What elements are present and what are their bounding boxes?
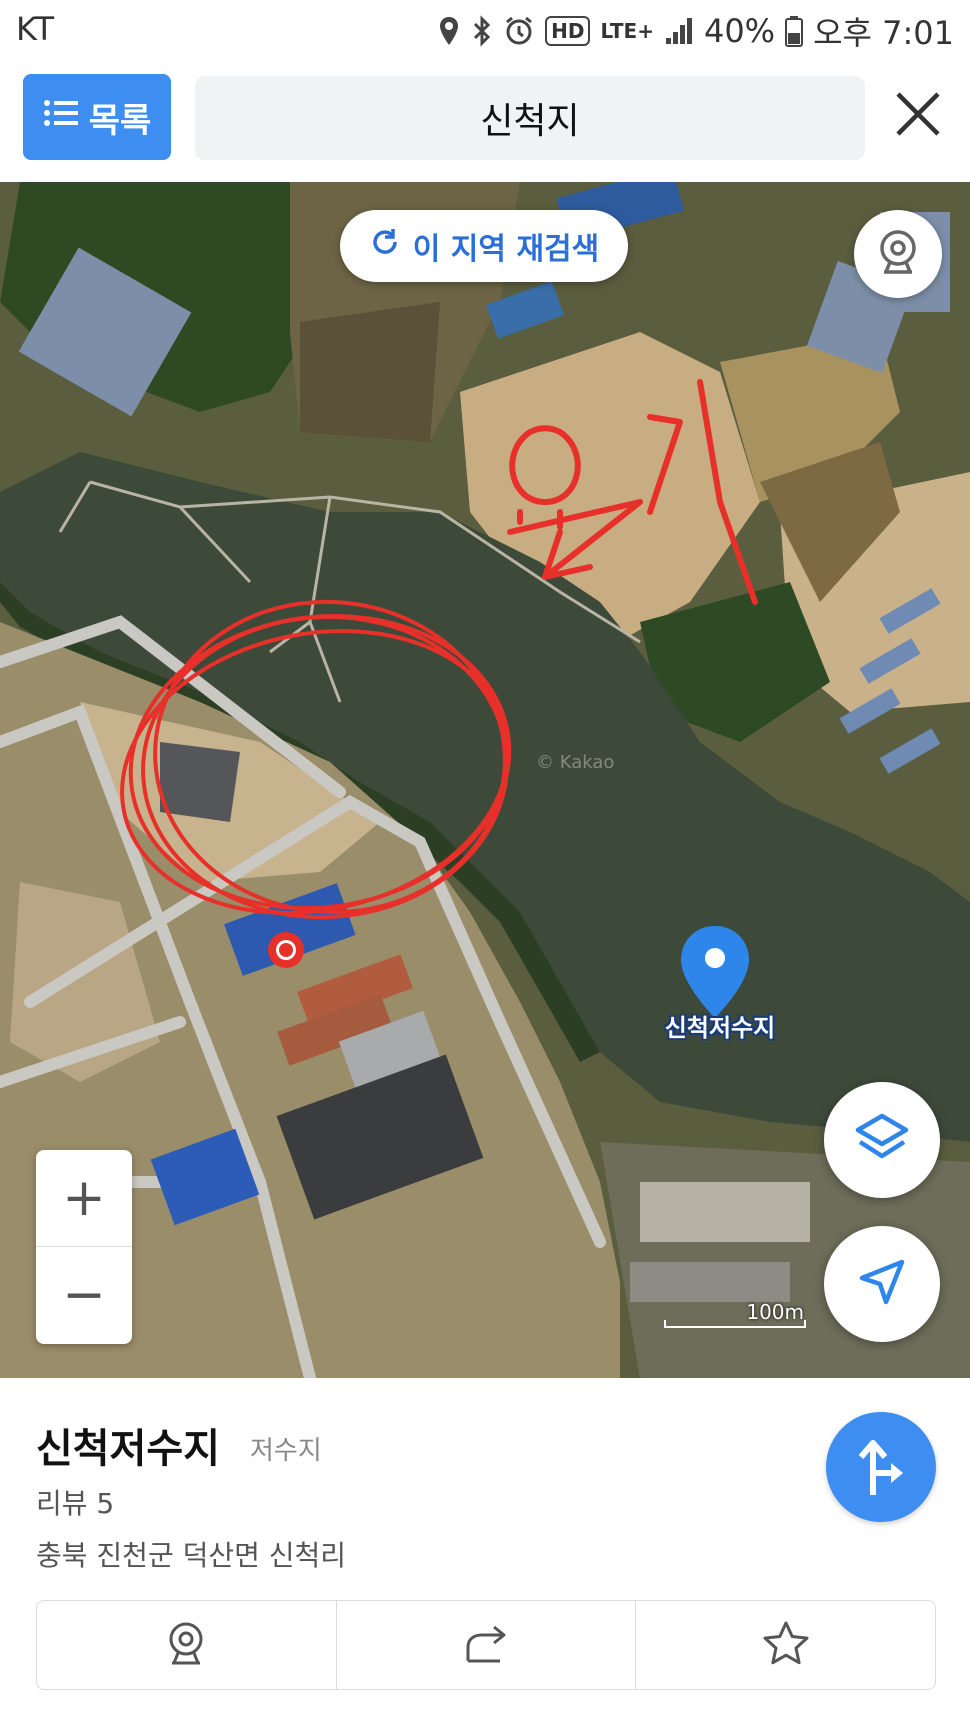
roadview-icon	[164, 1619, 208, 1671]
roadview-icon	[874, 226, 922, 282]
hd-voice-icon: HD	[545, 16, 591, 46]
zoom-in-button[interactable]: +	[36, 1150, 132, 1247]
scale-line	[664, 1320, 806, 1328]
zoom-control: + −	[36, 1150, 132, 1344]
current-location-marker	[266, 930, 306, 970]
map-watermark: © Kakao	[536, 752, 615, 773]
battery-percent: 40%	[703, 12, 776, 50]
list-button-label: 목록	[88, 100, 152, 141]
zoom-out-button[interactable]: −	[36, 1247, 132, 1343]
clock: 오후 7:01	[813, 14, 954, 52]
search-input[interactable]: 신척지	[195, 76, 865, 160]
directions-button[interactable]	[826, 1412, 936, 1522]
layers-icon	[854, 1112, 910, 1168]
carrier-label: KT	[16, 10, 55, 48]
satellite-map	[0, 182, 970, 1378]
favorite-button[interactable]	[635, 1601, 935, 1689]
research-area-button[interactable]: 이 지역 재검색	[340, 210, 628, 282]
refresh-icon	[369, 226, 401, 266]
layers-button[interactable]	[824, 1082, 940, 1198]
my-location-button[interactable]	[824, 1226, 940, 1342]
battery-icon	[785, 11, 804, 51]
roadview-button[interactable]	[854, 210, 942, 298]
location-icon	[437, 11, 461, 51]
map-view[interactable]: © Kakao 신척저수지 이 지역 재검색 + − 100m	[0, 182, 970, 1378]
research-area-label: 이 지역 재검색	[412, 232, 600, 267]
signal-icon	[664, 11, 694, 51]
close-icon[interactable]	[892, 88, 944, 140]
share-icon	[462, 1621, 510, 1669]
route-icon	[853, 1433, 909, 1501]
status-icons: HD LTE+ 40% 오후 7:01	[437, 8, 954, 54]
network-type: LTE+	[600, 19, 654, 43]
status-bar: KT HD LTE+ 40% 오후 7:01	[0, 0, 970, 58]
navigate-icon	[856, 1256, 908, 1312]
search-header: 목록 신척지	[0, 58, 970, 182]
place-info-panel[interactable]: 신척저수지 저수지 리뷰 5 충북 진천군 덕산면 신척리	[0, 1378, 970, 1724]
share-button[interactable]	[335, 1601, 636, 1689]
roadview-action-button[interactable]	[37, 1601, 336, 1689]
star-icon	[762, 1620, 810, 1670]
map-scale: 100m	[664, 1300, 806, 1330]
place-name[interactable]: 신척저수지	[36, 1416, 220, 1474]
place-category: 저수지	[250, 1436, 322, 1466]
poi-label[interactable]: 신척저수지	[640, 1008, 800, 1043]
place-actions	[36, 1600, 936, 1690]
list-button[interactable]: 목록	[23, 74, 171, 160]
bluetooth-icon	[471, 11, 493, 51]
place-address: 충북 진천군 덕산면 신척리	[36, 1539, 347, 1572]
map-pin-icon[interactable]	[677, 924, 753, 1020]
alarm-icon	[503, 11, 535, 51]
list-icon	[43, 97, 79, 137]
review-count[interactable]: 리뷰 5	[36, 1482, 114, 1522]
